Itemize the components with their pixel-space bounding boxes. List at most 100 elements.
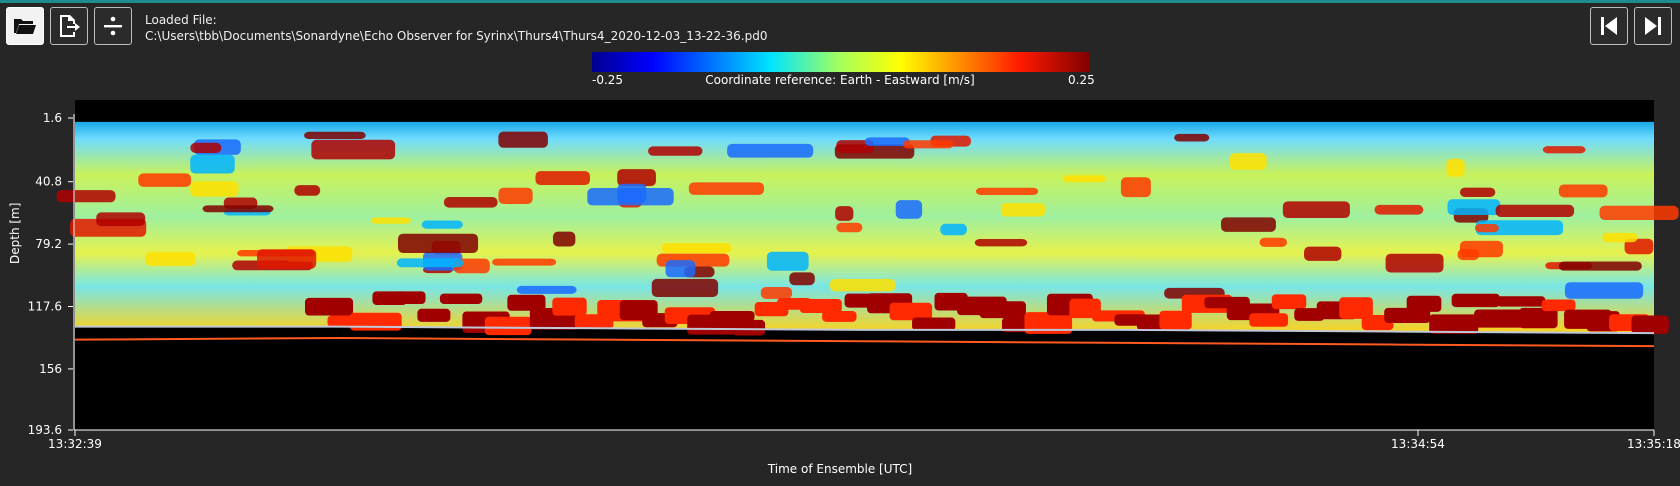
velocity-heatmap-chart[interactable]: 1.6 40.8 79.2 117.6 156 193.613:32:39 13:34:54…	[0, 100, 1680, 462]
velocity-cell	[1221, 217, 1276, 232]
near-bed-cell	[1451, 293, 1500, 308]
velocity-cell	[836, 222, 863, 233]
velocity-cell	[1000, 203, 1046, 217]
near-bed-cell	[1159, 310, 1192, 330]
near-bed-cell	[1406, 295, 1442, 312]
near-bed-cell	[822, 311, 857, 322]
velocity-cell	[1259, 237, 1288, 247]
velocity-cell	[903, 140, 954, 149]
near-bed-cell	[1541, 299, 1576, 312]
open-file-button[interactable]	[6, 7, 44, 45]
accent-line	[0, 0, 1680, 3]
velocity-cell	[96, 212, 146, 227]
colorbar	[592, 52, 1090, 72]
x-tick-label: 13:34:54	[1391, 437, 1445, 451]
velocity-cell	[1229, 153, 1267, 170]
velocity-cell	[257, 249, 317, 269]
y-tick-label: 40.8	[35, 175, 62, 189]
near-bed-cell	[732, 319, 766, 336]
velocity-cell	[1446, 158, 1465, 177]
velocity-cell	[829, 278, 896, 292]
velocity-cell	[1495, 204, 1575, 217]
velocity-cell	[190, 142, 222, 154]
velocity-cell	[766, 251, 809, 271]
velocity-cell	[835, 206, 854, 221]
y-tick-label: 193.6	[28, 423, 62, 437]
near-bed-cell	[394, 291, 426, 305]
velocity-cell	[651, 278, 719, 298]
velocity-cell	[145, 252, 196, 266]
near-bed-cell	[439, 293, 483, 304]
folder-open-icon	[14, 19, 36, 34]
near-bed-cell	[912, 317, 956, 331]
velocity-cell	[1447, 199, 1501, 216]
velocity-cell	[617, 169, 656, 187]
velocity-cell	[396, 258, 464, 268]
velocity-cell	[370, 217, 412, 224]
velocity-cell	[1174, 133, 1210, 142]
near-bed-cell	[799, 298, 842, 314]
velocity-cell	[516, 285, 577, 294]
velocity-cell	[202, 205, 274, 213]
skip-next-icon	[1645, 17, 1661, 35]
near-bed-cell	[552, 297, 587, 316]
velocity-cell	[397, 233, 479, 253]
velocity-cell	[498, 131, 548, 148]
velocity-cell	[688, 182, 765, 195]
velocity-cell	[535, 171, 591, 186]
velocity-cell	[492, 258, 557, 266]
near-bed-cell	[305, 297, 354, 316]
y-tick-label: 79.2	[35, 237, 62, 251]
velocity-cell	[1564, 282, 1644, 299]
velocity-cell	[895, 200, 923, 219]
velocity-cell	[975, 187, 1039, 196]
velocity-cell	[311, 139, 396, 160]
divide-icon	[104, 16, 122, 36]
near-bed-cell	[979, 301, 1026, 319]
colorbar-max: 0.25	[1068, 73, 1095, 87]
export-button[interactable]	[50, 7, 88, 45]
velocity-cell	[1459, 187, 1496, 198]
velocity-cell	[661, 243, 732, 253]
velocity-cell	[1558, 261, 1642, 271]
velocity-cell	[1062, 175, 1106, 183]
velocity-cell	[727, 143, 814, 158]
previous-file-button[interactable]	[1590, 7, 1628, 45]
velocity-cell	[760, 286, 793, 299]
x-tick-label: 13:35:18	[1627, 437, 1680, 451]
velocity-cell	[974, 239, 1028, 247]
velocity-cell	[1385, 253, 1444, 273]
velocity-cell	[190, 181, 239, 197]
velocity-cell	[1374, 204, 1424, 215]
colorbar-min: -0.25	[592, 73, 624, 87]
near-bed-cell	[1496, 296, 1546, 307]
velocity-cell	[421, 220, 463, 229]
velocity-cell	[1282, 201, 1350, 219]
colorbar-title: Coordinate reference: Earth - Eastward […	[705, 73, 975, 87]
velocity-cell	[498, 187, 533, 204]
near-bed-cell	[417, 308, 451, 322]
near-bed-cell	[1271, 294, 1307, 310]
x-axis-label: Time of Ensemble [UTC]	[767, 462, 913, 476]
export-file-icon	[60, 15, 80, 37]
near-bed-cell	[484, 316, 532, 336]
velocity-cell	[1602, 232, 1638, 243]
near-bed-cell	[1631, 315, 1669, 334]
velocity-cell	[56, 190, 116, 203]
divide-button[interactable]	[94, 7, 132, 45]
velocity-cell	[1599, 205, 1679, 221]
velocity-cell	[1304, 246, 1342, 261]
velocity-cell	[1474, 224, 1499, 233]
velocity-cell	[1558, 184, 1608, 198]
velocity-cell	[138, 173, 192, 187]
loaded-file-label: Loaded File:	[145, 13, 217, 27]
y-tick-label: 1.6	[43, 111, 62, 125]
velocity-cell	[443, 196, 498, 208]
velocity-cell	[1120, 177, 1151, 198]
y-tick-label: 156	[39, 362, 62, 376]
x-tick-label: 13:32:39	[48, 437, 102, 451]
near-bed-cell	[1249, 313, 1289, 327]
velocity-cell	[304, 131, 366, 140]
skip-previous-icon	[1601, 17, 1617, 35]
next-file-button[interactable]	[1634, 7, 1672, 45]
